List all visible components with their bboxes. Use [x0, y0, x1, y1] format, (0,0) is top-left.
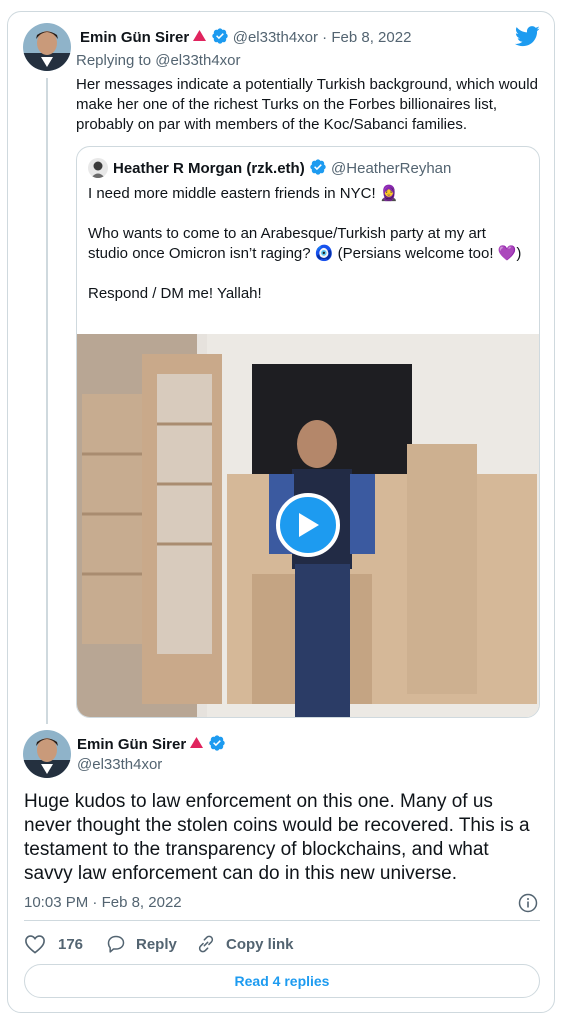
- verified-badge-icon: [208, 735, 225, 751]
- read-replies-label: Read 4 replies: [234, 973, 330, 989]
- tweet-timestamp[interactable]: 10:03 PM · Feb 8, 2022: [24, 894, 182, 911]
- author-name[interactable]: Emin Gün Sirer: [80, 29, 189, 46]
- tweet-header: Emin Gün Sirer @el33th4xor · Feb 8, 2022: [80, 27, 411, 46]
- thread-connector-line: [46, 78, 48, 724]
- play-icon: [299, 513, 319, 537]
- red-triangle-icon: [190, 737, 204, 748]
- avatar[interactable]: [23, 730, 71, 778]
- quoted-line: Respond / DM me! Yallah!: [88, 285, 262, 302]
- quoted-text: I need more middle eastern friends in NY…: [88, 184, 528, 304]
- quoted-author-name: Heather R Morgan (rzk.eth): [113, 160, 305, 177]
- tweet-header: Emin Gün Sirer: [77, 734, 226, 753]
- video-thumbnail[interactable]: [77, 334, 539, 717]
- author-handle[interactable]: @el33th4xor: [77, 756, 162, 773]
- tweet-text: Huge kudos to law enforcement on this on…: [24, 791, 530, 884]
- author-name[interactable]: Emin Gün Sirer: [77, 736, 186, 753]
- avatar[interactable]: [23, 23, 71, 71]
- replying-label: Replying to: [76, 52, 152, 69]
- separator: ·: [322, 29, 328, 46]
- divider: [24, 920, 540, 921]
- quoted-header: Heather R Morgan (rzk.eth) @HeatherReyha…: [113, 158, 451, 177]
- replying-handle[interactable]: @el33th4xor: [155, 52, 240, 69]
- like-count: 176: [58, 935, 84, 953]
- quoted-handle: @HeatherReyhan: [331, 160, 452, 177]
- tweet-time: 10:03 PM: [24, 894, 89, 911]
- info-icon[interactable]: [518, 893, 538, 913]
- copy-link-button[interactable]: Copy link: [196, 934, 294, 954]
- quoted-line: I need more middle eastern friends in NY…: [88, 185, 399, 202]
- link-icon: [198, 935, 214, 953]
- quoted-avatar: [88, 158, 108, 178]
- reply-icon: [107, 935, 125, 953]
- heart-icon: [25, 935, 45, 954]
- twitter-bird-icon[interactable]: [515, 26, 540, 47]
- like-button[interactable]: 176: [24, 934, 83, 954]
- verified-badge-icon: [211, 28, 228, 44]
- reply-button[interactable]: Reply: [106, 934, 177, 954]
- read-replies-button[interactable]: Read 4 replies: [24, 964, 540, 998]
- author-handle[interactable]: @el33th4xor: [233, 29, 318, 46]
- replying-to: Replying to @el33th4xor: [76, 52, 241, 69]
- reply-label: Reply: [136, 935, 177, 953]
- red-triangle-icon: [193, 30, 207, 41]
- separator: ·: [92, 894, 98, 911]
- verified-badge-icon: [310, 159, 326, 175]
- copy-link-label: Copy link: [226, 935, 294, 953]
- quoted-line: Who wants to come to an Arabesque/Turkis…: [88, 225, 522, 262]
- tweet-date[interactable]: Feb 8, 2022: [331, 29, 411, 46]
- tweet-text: Her messages indicate a potentially Turk…: [76, 76, 538, 133]
- quoted-tweet[interactable]: Heather R Morgan (rzk.eth) @HeatherReyha…: [76, 146, 540, 718]
- play-button[interactable]: [276, 493, 340, 557]
- tweet-date: Feb 8, 2022: [101, 894, 182, 911]
